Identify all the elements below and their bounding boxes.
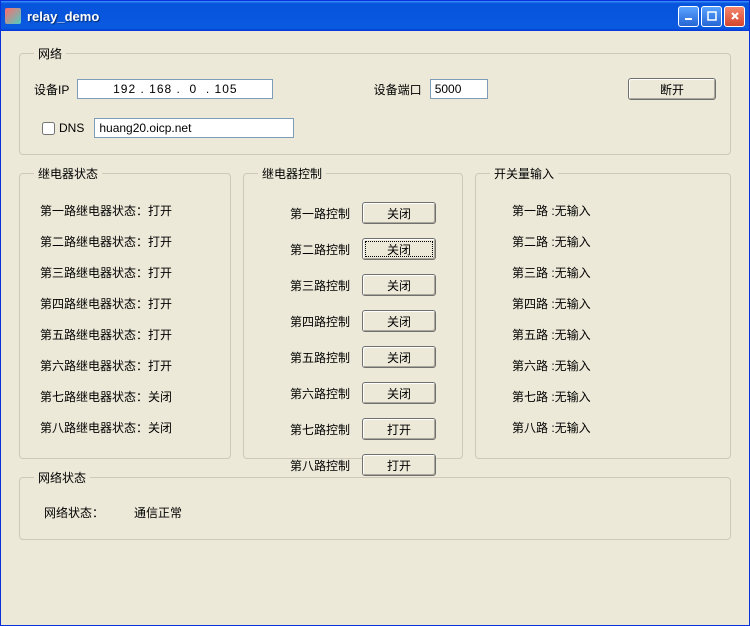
switch-input-row: 第五路 :无输入 xyxy=(496,326,710,343)
switch-input-row: 第七路 :无输入 xyxy=(496,388,710,405)
app-icon xyxy=(5,8,21,24)
app-window: relay_demo 网络 设备IP 设备端口 断开 xyxy=(0,0,750,626)
client-area: 网络 设备IP 设备端口 断开 DNS 继电器状态 xyxy=(1,31,749,625)
relay-status-row: 第八路继电器状态：关闭 xyxy=(40,419,210,436)
port-label: 设备端口 xyxy=(374,81,422,98)
relay-control-row: 第六路控制 关闭 xyxy=(264,382,442,404)
port-input[interactable] xyxy=(430,79,488,99)
dns-label: DNS xyxy=(59,121,84,135)
switch-input-row: 第一路 :无输入 xyxy=(496,202,710,219)
network-group: 网络 设备IP 设备端口 断开 DNS xyxy=(19,45,731,155)
dns-checkbox[interactable] xyxy=(42,122,55,135)
relay-status-legend: 继电器状态 xyxy=(34,165,102,182)
control-label: 第三路控制 xyxy=(290,277,350,294)
disconnect-button[interactable]: 断开 xyxy=(628,78,716,100)
window-title: relay_demo xyxy=(27,9,678,24)
relay-control-row: 第二路控制 关闭 xyxy=(264,238,442,260)
relay-status-row: 第二路继电器状态：打开 xyxy=(40,233,210,250)
switch-input-row: 第四路 :无输入 xyxy=(496,295,710,312)
network-status-label: 网络状态： xyxy=(44,504,104,521)
control-label: 第五路控制 xyxy=(290,349,350,366)
relay-control-row: 第三路控制 关闭 xyxy=(264,274,442,296)
ip-input[interactable] xyxy=(77,79,273,99)
control-label: 第二路控制 xyxy=(290,241,350,258)
relay-status-row: 第六路继电器状态：打开 xyxy=(40,357,210,374)
switch-input-row: 第三路 :无输入 xyxy=(496,264,710,281)
control-button-3[interactable]: 关闭 xyxy=(362,274,436,296)
minimize-button[interactable] xyxy=(678,6,699,27)
control-button-6[interactable]: 关闭 xyxy=(362,382,436,404)
titlebar: relay_demo xyxy=(1,1,749,31)
switch-input-row: 第八路 :无输入 xyxy=(496,419,710,436)
dns-input[interactable] xyxy=(94,118,294,138)
close-button[interactable] xyxy=(724,6,745,27)
control-button-8[interactable]: 打开 xyxy=(362,454,436,476)
network-legend: 网络 xyxy=(34,45,66,62)
control-label: 第四路控制 xyxy=(290,313,350,330)
switch-input-row: 第六路 :无输入 xyxy=(496,357,710,374)
relay-control-row: 第一路控制 关闭 xyxy=(264,202,442,224)
relay-control-row: 第八路控制 打开 xyxy=(264,454,442,476)
switch-input-legend: 开关量输入 xyxy=(490,165,558,182)
window-controls xyxy=(678,6,745,27)
network-status-value: 通信正常 xyxy=(134,504,182,521)
relay-status-row: 第七路继电器状态：关闭 xyxy=(40,388,210,405)
relay-control-group: 继电器控制 第一路控制 关闭 第二路控制 关闭 第三路控制 关闭 xyxy=(243,165,463,459)
switch-input-group: 开关量输入 第一路 :无输入 第二路 :无输入 第三路 :无输入 第四路 :无输… xyxy=(475,165,731,459)
control-button-4[interactable]: 关闭 xyxy=(362,310,436,332)
ip-label: 设备IP xyxy=(34,81,69,98)
network-status-legend: 网络状态 xyxy=(34,469,90,486)
dns-checkbox-wrap[interactable]: DNS xyxy=(42,121,84,135)
control-label: 第七路控制 xyxy=(290,421,350,438)
control-button-2[interactable]: 关闭 xyxy=(362,238,436,260)
control-label: 第六路控制 xyxy=(290,385,350,402)
relay-control-legend: 继电器控制 xyxy=(258,165,326,182)
relay-status-row: 第三路继电器状态：打开 xyxy=(40,264,210,281)
relay-status-group: 继电器状态 第一路继电器状态：打开 第二路继电器状态：打开 第三路继电器状态：打… xyxy=(19,165,231,459)
control-button-5[interactable]: 关闭 xyxy=(362,346,436,368)
control-label: 第一路控制 xyxy=(290,205,350,222)
relay-status-row: 第四路继电器状态：打开 xyxy=(40,295,210,312)
relay-control-row: 第五路控制 关闭 xyxy=(264,346,442,368)
control-button-1[interactable]: 关闭 xyxy=(362,202,436,224)
maximize-button[interactable] xyxy=(701,6,722,27)
relay-control-row: 第四路控制 关闭 xyxy=(264,310,442,332)
relay-control-row: 第七路控制 打开 xyxy=(264,418,442,440)
relay-status-row: 第一路继电器状态：打开 xyxy=(40,202,210,219)
switch-input-row: 第二路 :无输入 xyxy=(496,233,710,250)
relay-status-row: 第五路继电器状态：打开 xyxy=(40,326,210,343)
control-label: 第八路控制 xyxy=(290,457,350,474)
control-button-7[interactable]: 打开 xyxy=(362,418,436,440)
